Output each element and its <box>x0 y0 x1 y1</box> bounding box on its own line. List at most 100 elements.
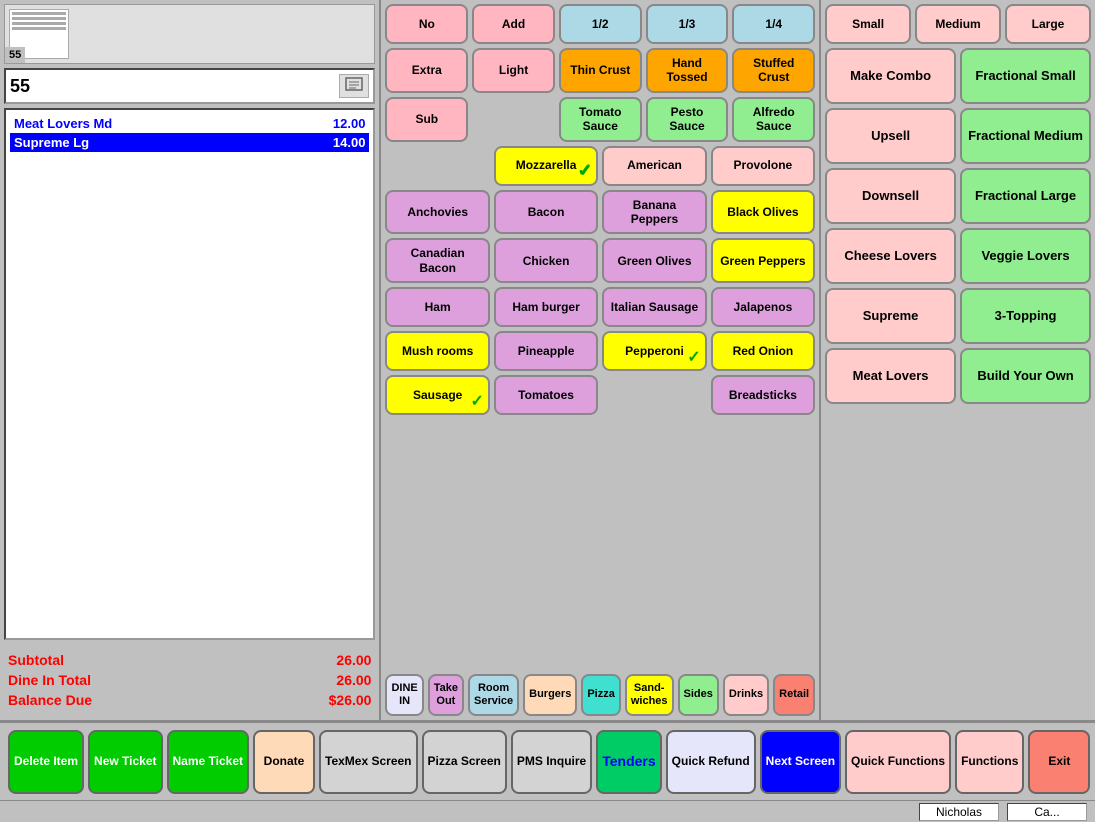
quick-functions-button[interactable]: Quick Functions <box>845 730 951 794</box>
pizza-button[interactable]: Pizza <box>581 674 621 716</box>
ticket-number-badge: 55 <box>5 47 25 63</box>
ticket-icon <box>339 74 369 98</box>
three-topping-button[interactable]: 3-Topping <box>960 288 1091 344</box>
add-button[interactable]: Add <box>472 4 555 44</box>
black-olives-button[interactable]: Black Olives <box>711 190 815 235</box>
american-button[interactable]: American <box>602 146 706 186</box>
supreme-button[interactable]: Supreme <box>825 288 956 344</box>
name-ticket-button[interactable]: Name Ticket <box>167 730 249 794</box>
jalapenos-button[interactable]: Jalapenos <box>711 287 815 327</box>
sub-button[interactable]: Sub <box>385 97 468 142</box>
new-ticket-button[interactable]: New Ticket <box>88 730 162 794</box>
pizza-screen-button[interactable]: Pizza Screen <box>422 730 507 794</box>
hand-tossed-button[interactable]: Hand Tossed <box>646 48 729 93</box>
downsell-button[interactable]: Downsell <box>825 168 956 224</box>
user-status: Nicholas <box>919 803 999 821</box>
burgers-button[interactable]: Burgers <box>523 674 577 716</box>
pineapple-button[interactable]: Pineapple <box>494 331 598 371</box>
bottom-toolbar: Delete Item New Ticket Name Ticket Donat… <box>0 720 1095 800</box>
table-row[interactable]: Meat Lovers Md 12.00 <box>10 114 369 133</box>
breadsticks-button[interactable]: Breadsticks <box>711 375 815 415</box>
dine-in-label: Dine In Total <box>8 672 91 688</box>
provolone-button[interactable]: Provolone <box>711 146 815 186</box>
half-button[interactable]: 1/2 <box>559 4 642 44</box>
red-onion-button[interactable]: Red Onion <box>711 331 815 371</box>
stuffed-crust-button[interactable]: Stuffed Crust <box>732 48 815 93</box>
receipt-preview: 55 <box>4 4 375 64</box>
build-your-own-button[interactable]: Build Your Own <box>960 348 1091 404</box>
chicken-button[interactable]: Chicken <box>494 238 598 283</box>
sides-button[interactable]: Sides <box>678 674 719 716</box>
dine-in-button[interactable]: DINE IN <box>385 674 423 716</box>
retail-button[interactable]: Retail <box>773 674 815 716</box>
no-button[interactable]: No <box>385 4 468 44</box>
bacon-button[interactable]: Bacon <box>494 190 598 235</box>
extra-button[interactable]: Extra <box>385 48 468 93</box>
upsell-button[interactable]: Upsell <box>825 108 956 164</box>
top-area: 55 Meat Lovers Md 12.00 <box>0 0 1095 720</box>
ticket-input[interactable] <box>10 76 339 97</box>
tomato-sauce-button[interactable]: Tomato Sauce <box>559 97 642 142</box>
small-button[interactable]: Small <box>825 4 911 44</box>
quick-refund-button[interactable]: Quick Refund <box>666 730 756 794</box>
room-service-button[interactable]: Room Service <box>468 674 519 716</box>
veggie-lovers-button[interactable]: Veggie Lovers <box>960 228 1091 284</box>
meat-lovers-button[interactable]: Meat Lovers <box>825 348 956 404</box>
functions-button[interactable]: Functions <box>955 730 1024 794</box>
cashier-status: Ca... <box>1007 803 1087 821</box>
banana-peppers-button[interactable]: Banana Peppers <box>602 190 706 235</box>
pesto-sauce-button[interactable]: Pesto Sauce <box>646 97 729 142</box>
anchovies-button[interactable]: Anchovies <box>385 190 489 235</box>
balance-label: Balance Due <box>8 692 92 708</box>
ham-button[interactable]: Ham <box>385 287 489 327</box>
green-peppers-button[interactable]: Green Peppers <box>711 238 815 283</box>
ticket-input-row <box>4 68 375 104</box>
large-button[interactable]: Large <box>1005 4 1091 44</box>
fractional-medium-button[interactable]: Fractional Medium <box>960 108 1091 164</box>
texmex-screen-button[interactable]: TexMex Screen <box>319 730 418 794</box>
sausage-button[interactable]: Sausage✓ <box>385 375 489 415</box>
table-row[interactable]: Supreme Lg 14.00 <box>10 133 369 152</box>
right-panel: Small Medium Large Make Combo Upsell Dow… <box>821 0 1095 720</box>
tenders-button[interactable]: Tenders <box>596 730 661 794</box>
item-name: Meat Lovers Md <box>14 116 112 131</box>
canadian-bacon-button[interactable]: Canadian Bacon <box>385 238 489 283</box>
take-out-button[interactable]: Take Out <box>428 674 464 716</box>
make-combo-button[interactable]: Make Combo <box>825 48 956 104</box>
donate-button[interactable]: Donate <box>253 730 315 794</box>
next-screen-button[interactable]: Next Screen <box>760 730 841 794</box>
dine-in-value: 26.00 <box>336 672 371 688</box>
light-button[interactable]: Light <box>472 48 555 93</box>
italian-sausage-button[interactable]: Italian Sausage <box>602 287 706 327</box>
medium-button[interactable]: Medium <box>915 4 1001 44</box>
pms-inquire-button[interactable]: PMS Inquire <box>511 730 592 794</box>
delete-item-button[interactable]: Delete Item <box>8 730 84 794</box>
thin-crust-button[interactable]: Thin Crust <box>559 48 642 93</box>
left-panel: 55 Meat Lovers Md 12.00 <box>0 0 381 720</box>
alfredo-sauce-button[interactable]: Alfredo Sauce <box>732 97 815 142</box>
sandwiches-button[interactable]: Sand-wiches <box>625 674 674 716</box>
exit-button[interactable]: Exit <box>1028 730 1090 794</box>
pepperoni-button[interactable]: Pepperoni✓ <box>602 331 706 371</box>
green-olives-button[interactable]: Green Olives <box>602 238 706 283</box>
item-price: 12.00 <box>333 116 366 131</box>
quarter-button[interactable]: 1/4 <box>732 4 815 44</box>
main-container: 55 Meat Lovers Md 12.00 <box>0 0 1095 822</box>
fractional-large-button[interactable]: Fractional Large <box>960 168 1091 224</box>
mozzarella-button[interactable]: Mozzarella✓ <box>494 146 598 186</box>
third-button[interactable]: 1/3 <box>646 4 729 44</box>
hamburger-button[interactable]: Ham burger <box>494 287 598 327</box>
item-name: Supreme Lg <box>14 135 89 150</box>
drinks-button[interactable]: Drinks <box>723 674 769 716</box>
mushrooms-button[interactable]: Mush rooms <box>385 331 489 371</box>
item-price: 14.00 <box>333 135 366 150</box>
subtotal-value: 26.00 <box>336 652 371 668</box>
cheese-lovers-button[interactable]: Cheese Lovers <box>825 228 956 284</box>
fractional-small-button[interactable]: Fractional Small <box>960 48 1091 104</box>
size-row: Small Medium Large <box>825 4 1091 44</box>
dine-in-row: Dine In Total 26.00 <box>8 672 371 688</box>
center-panel: No Add 1/2 1/3 1/4 Extra Light Thin Crus… <box>381 0 821 720</box>
tomatoes-button[interactable]: Tomatoes <box>494 375 598 415</box>
order-list: Meat Lovers Md 12.00 Supreme Lg 14.00 <box>4 108 375 640</box>
balance-row: Balance Due $26.00 <box>8 692 371 708</box>
